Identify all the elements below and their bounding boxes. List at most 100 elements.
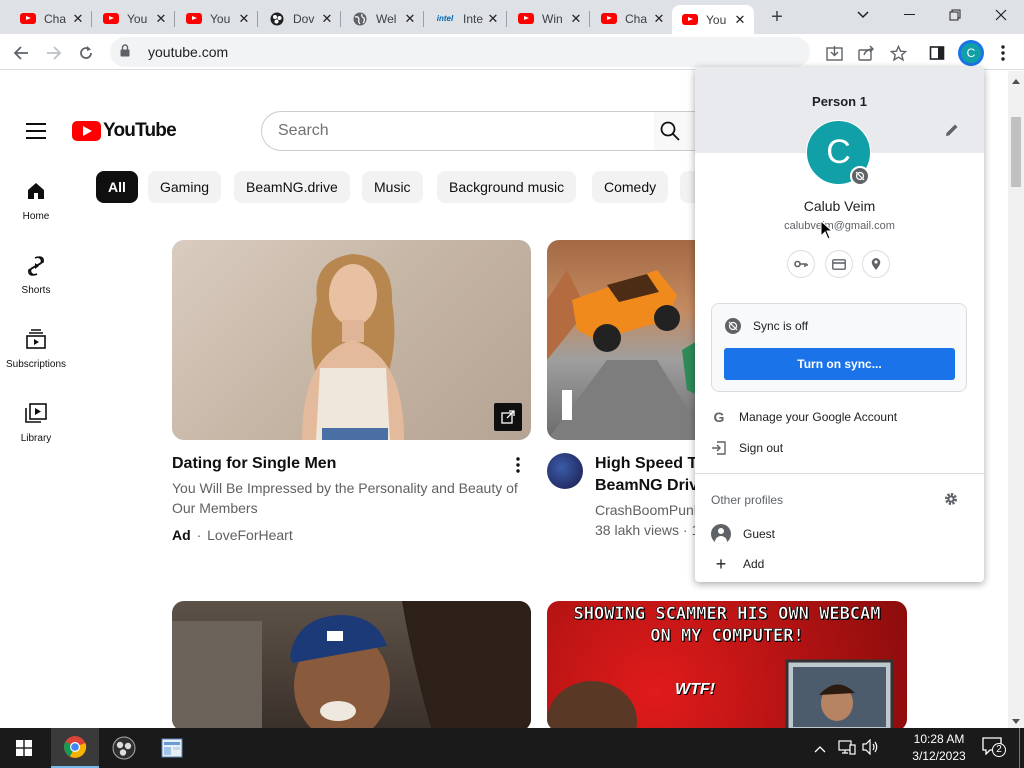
close-tab-icon[interactable]: ✕ — [732, 12, 748, 28]
tab-search-chevron-icon[interactable] — [840, 0, 886, 30]
add-profile-item[interactable]: + Add — [711, 554, 765, 574]
scrollbar-thumb[interactable] — [1011, 117, 1021, 187]
taskbar-clock[interactable]: 10:28 AM 3/12/2023 — [900, 731, 978, 765]
channel-avatar[interactable] — [547, 453, 583, 489]
thumbnail-banner-line: ON MY COMPUTER! — [650, 626, 804, 647]
search-input[interactable]: Search — [261, 111, 655, 151]
forward-arrow-icon[interactable] — [41, 40, 67, 66]
chip-comedy[interactable]: Comedy — [592, 171, 669, 203]
minimize-button[interactable] — [886, 0, 932, 30]
start-button[interactable] — [0, 728, 48, 768]
external-link-icon[interactable] — [494, 403, 522, 431]
video-thumbnail-4[interactable]: SHOWING SCAMMER HIS OWN WEBCAM ON MY COM… — [547, 601, 907, 728]
browser-tab[interactable]: intel Inte ✕ — [425, 5, 507, 32]
new-tab-button[interactable]: + — [764, 6, 790, 28]
browser-tab[interactable]: You ✕ — [176, 5, 258, 32]
back-arrow-icon[interactable] — [8, 40, 34, 66]
install-app-icon[interactable] — [821, 40, 847, 66]
chip-all[interactable]: All — [96, 171, 138, 203]
channel-name[interactable]: CrashBoomPunk — [595, 500, 701, 520]
browser-tab[interactable]: Cha ✕ — [591, 5, 673, 32]
sign-out-item[interactable]: Sign out — [711, 441, 783, 455]
browser-tab-active[interactable]: You ✕ — [672, 5, 754, 34]
tab-title: Cha — [625, 11, 648, 26]
close-tab-icon[interactable]: ✕ — [651, 11, 667, 27]
intel-icon: intel — [435, 11, 455, 27]
show-desktop-button[interactable] — [1019, 728, 1024, 768]
volume-icon[interactable] — [862, 738, 880, 760]
manage-google-account-item[interactable]: G Manage your Google Account — [711, 409, 898, 425]
reload-icon[interactable] — [73, 40, 99, 66]
chip-gaming[interactable]: Gaming — [148, 171, 222, 203]
browser-tab[interactable]: Wel ✕ — [342, 5, 424, 32]
close-tab-icon[interactable]: ✕ — [236, 11, 252, 27]
close-tab-icon[interactable]: ✕ — [319, 11, 335, 27]
network-icon[interactable] — [838, 739, 856, 760]
chip-background-music[interactable]: Background music — [437, 171, 577, 203]
video-title[interactable]: High Speed Tr BeamNG Drive — [595, 453, 707, 497]
nav-shorts[interactable]: Shorts — [0, 255, 72, 296]
chrome-taskbar-button[interactable] — [51, 728, 99, 768]
browser-tab[interactable]: You ✕ — [93, 5, 175, 32]
chip-beamng[interactable]: BeamNG.drive — [234, 171, 350, 203]
side-panel-icon[interactable] — [924, 40, 950, 66]
menu-divider — [695, 473, 984, 474]
menu-item-label: Add — [743, 557, 765, 571]
avatar-initial: C — [961, 43, 981, 63]
browser-tab[interactable]: Dov ✕ — [259, 5, 341, 32]
more-options-icon[interactable] — [512, 457, 524, 475]
page-scrollbar[interactable] — [1008, 71, 1024, 728]
youtube-icon — [186, 11, 202, 27]
close-tab-icon[interactable]: ✕ — [568, 11, 584, 27]
guest-profile-item[interactable]: Guest — [711, 524, 775, 544]
show-hidden-icons-chevron-icon[interactable] — [814, 740, 826, 758]
youtube-logo[interactable]: YouTube — [72, 120, 177, 142]
tab-title: You — [127, 11, 148, 26]
windows-logo-icon — [16, 740, 32, 756]
obs-taskbar-button[interactable] — [100, 728, 148, 768]
video-thumbnail-beamng[interactable] — [547, 240, 707, 440]
addresses-button[interactable] — [862, 250, 890, 278]
action-center-button[interactable]: 2 — [982, 737, 1008, 759]
address-bar[interactable]: youtube.com — [110, 37, 810, 67]
close-window-button[interactable] — [978, 0, 1024, 30]
scroll-up-arrow-icon[interactable] — [1012, 79, 1020, 84]
profile-avatar-button[interactable]: C — [958, 40, 984, 66]
chip-music[interactable]: Music — [362, 171, 423, 203]
channel-name[interactable]: LoveForHeart — [207, 527, 293, 543]
close-tab-icon[interactable]: ✕ — [402, 11, 418, 27]
payment-methods-button[interactable] — [825, 250, 853, 278]
hamburger-menu-icon[interactable] — [26, 123, 46, 144]
browser-tab[interactable]: Win ✕ — [508, 5, 590, 32]
share-icon[interactable] — [853, 40, 879, 66]
sync-status-text: Sync is off — [753, 319, 809, 333]
restore-button[interactable] — [932, 0, 978, 30]
bookmark-star-icon[interactable] — [885, 40, 911, 66]
kebab-menu-icon[interactable] — [990, 40, 1016, 66]
lock-icon — [120, 44, 134, 60]
key-icon — [794, 260, 808, 268]
scroll-down-arrow-icon[interactable] — [1012, 719, 1020, 724]
chip-label: Comedy — [604, 179, 657, 195]
nav-subscriptions[interactable]: Subscriptions — [0, 329, 72, 370]
browser-tab[interactable]: Cha ✕ — [10, 5, 92, 32]
plus-icon: + — [715, 554, 727, 574]
nav-library[interactable]: Library — [0, 403, 72, 444]
sync-status-row: Sync is off — [725, 318, 808, 334]
passwords-key-button[interactable] — [787, 250, 815, 278]
close-tab-icon[interactable]: ✕ — [70, 11, 86, 27]
edit-pencil-icon[interactable] — [945, 123, 961, 139]
photos-taskbar-button[interactable] — [148, 728, 196, 768]
sign-out-icon — [712, 441, 726, 455]
nav-label: Library — [20, 433, 52, 444]
close-tab-icon[interactable]: ✕ — [485, 11, 501, 27]
youtube-icon — [518, 11, 534, 27]
close-tab-icon[interactable]: ✕ — [153, 11, 169, 27]
video-thumbnail-ad[interactable] — [172, 240, 531, 440]
video-thumbnail-3[interactable] — [172, 601, 531, 728]
mouse-cursor-icon — [820, 220, 834, 240]
manage-profiles-gear-icon[interactable] — [944, 492, 960, 508]
nav-home[interactable]: Home — [0, 181, 72, 222]
video-title[interactable]: Dating for Single Men — [172, 453, 336, 475]
turn-on-sync-button[interactable]: Turn on sync... — [724, 348, 955, 380]
